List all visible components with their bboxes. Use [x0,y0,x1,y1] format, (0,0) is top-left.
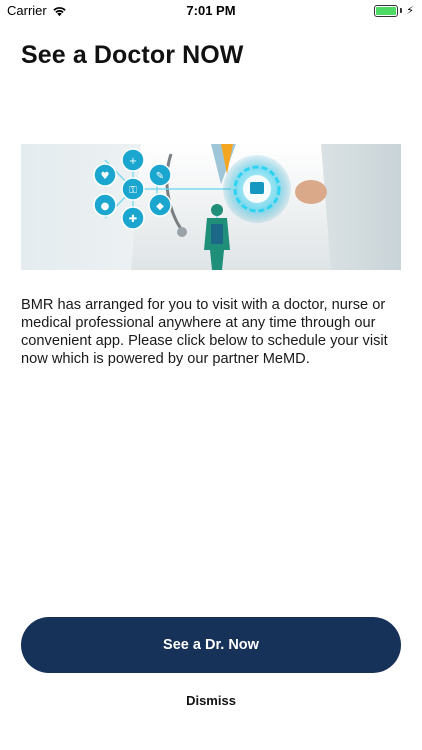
description-text: BMR has arranged for you to visit with a… [21,297,388,367]
charging-bolt-icon: ⚡︎ [406,5,414,17]
battery-icon [374,4,399,17]
battery-fill [376,6,397,15]
doctor-telehealth-illustration: ♥ + ✎ ⚿ ● ◆ ✚ [21,144,401,270]
see-dr-now-button[interactable]: See a Dr. Now [21,617,401,673]
svg-text:✚: ✚ [129,214,137,225]
svg-text:⚿: ⚿ [129,185,137,196]
battery-indicator: ⚡︎ [374,4,414,17]
battery-cap [400,8,403,13]
svg-text:●: ● [101,201,110,212]
status-time: 7:01 PM [186,3,236,18]
dismiss-button[interactable]: Dismiss [0,693,422,708]
svg-text:◆: ◆ [156,201,164,212]
status-bar: Carrier 7:01 PM ⚡︎ [0,0,422,22]
hero-image: ♥ + ✎ ⚿ ● ◆ ✚ [21,144,401,270]
page-title: See a Doctor NOW [21,41,244,69]
svg-text:✎: ✎ [156,171,164,182]
svg-text:+: + [129,156,137,167]
svg-text:♥: ♥ [101,171,110,182]
